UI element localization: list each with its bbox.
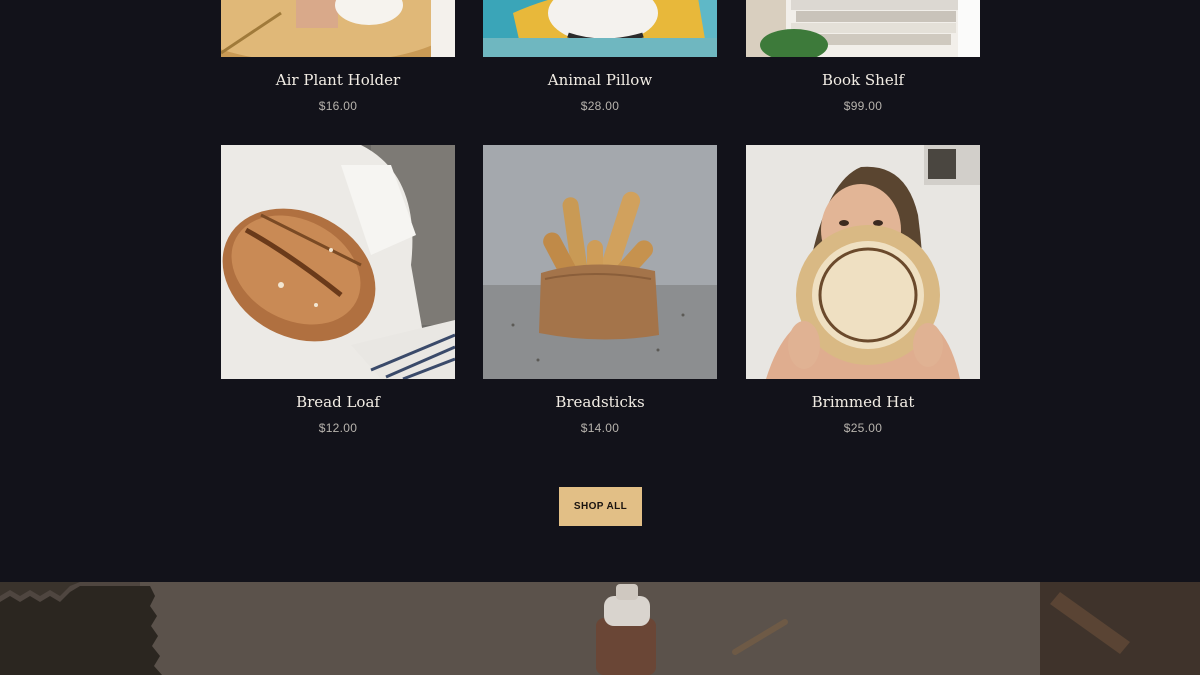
product-price: $99.00 [843,99,883,113]
product-price: $25.00 [843,421,883,435]
product-grid: Air Plant Holder $16.00 Animal Pillow $2… [0,0,1200,582]
product-name[interactable]: Breadsticks [483,393,717,411]
bread-loaf-image[interactable] [221,145,455,379]
air-plant-holder-image[interactable] [221,0,455,57]
product-price: $28.00 [580,99,620,113]
product-name[interactable]: Air Plant Holder [221,71,455,89]
product-price: $14.00 [580,421,620,435]
book-shelf-image[interactable] [746,0,980,57]
product-name[interactable]: Animal Pillow [483,71,717,89]
product-name[interactable]: Book Shelf [746,71,980,89]
hero-banner-image [0,582,1200,675]
shop-all-button[interactable]: SHOP ALL [559,487,642,526]
product-price: $16.00 [318,99,358,113]
brimmed-hat-image[interactable] [746,145,980,379]
product-name[interactable]: Brimmed Hat [746,393,980,411]
product-price: $12.00 [318,421,358,435]
product-name[interactable]: Bread Loaf [221,393,455,411]
breadsticks-image[interactable] [483,145,717,379]
animal-pillow-image[interactable] [483,0,717,57]
